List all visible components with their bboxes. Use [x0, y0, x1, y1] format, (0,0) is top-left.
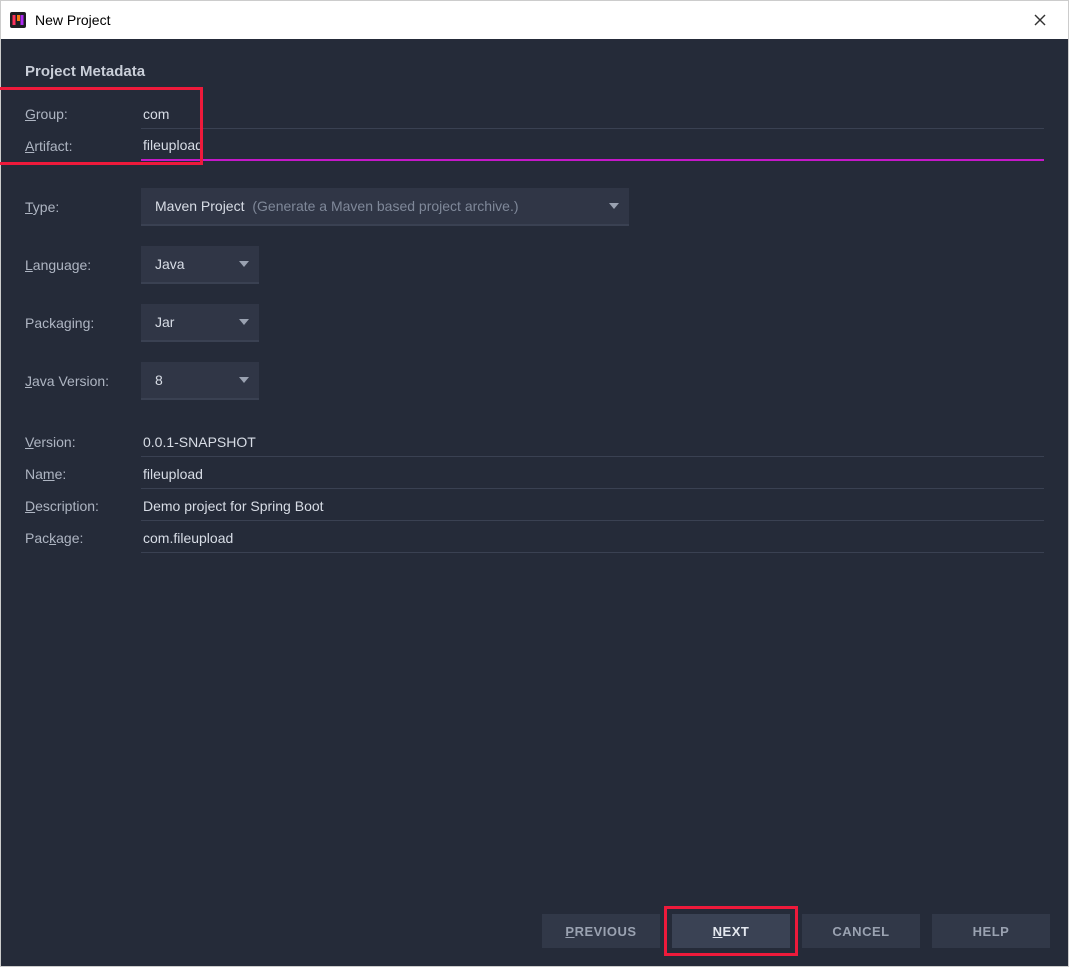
row-package: Package:: [25, 522, 1044, 554]
language-label: Language:: [25, 249, 141, 281]
dialog-content: Project Metadata Group: Artifact: Type: …: [1, 39, 1068, 906]
group-label: Group:: [25, 98, 141, 130]
java-version-select[interactable]: 8: [141, 362, 259, 400]
chevron-down-icon: [239, 261, 249, 267]
titlebar: New Project: [1, 1, 1068, 39]
language-value: Java: [155, 256, 185, 272]
name-input[interactable]: [141, 460, 1044, 489]
type-label: Type:: [25, 191, 141, 223]
chevron-down-icon: [609, 203, 619, 209]
help-button[interactable]: HELP: [932, 914, 1050, 948]
previous-button[interactable]: PREVIOUS: [542, 914, 660, 948]
package-label: Package:: [25, 522, 141, 554]
next-button[interactable]: NEXT: [672, 914, 790, 948]
row-description: Description:: [25, 490, 1044, 522]
group-input[interactable]: [141, 100, 1044, 129]
dialog-window: New Project Project Metadata Group: Arti…: [0, 0, 1069, 967]
package-input[interactable]: [141, 524, 1044, 553]
artifact-input[interactable]: [141, 131, 1044, 161]
description-input[interactable]: [141, 492, 1044, 521]
row-version: Version:: [25, 426, 1044, 458]
section-title: Project Metadata: [25, 63, 1044, 80]
close-icon: [1034, 14, 1046, 26]
packaging-value: Jar: [155, 314, 174, 330]
java-version-value: 8: [155, 372, 163, 388]
row-packaging: Packaging: Jar: [25, 304, 1044, 342]
button-bar: PREVIOUS NEXT CANCEL HELP: [1, 906, 1068, 966]
row-language: Language: Java: [25, 246, 1044, 284]
cancel-button[interactable]: CANCEL: [802, 914, 920, 948]
artifact-label: Artifact:: [25, 130, 141, 162]
row-java-version: Java Version: 8: [25, 362, 1044, 400]
type-value: Maven Project: [155, 198, 244, 214]
window-title: New Project: [35, 12, 110, 28]
chevron-down-icon: [239, 319, 249, 325]
close-button[interactable]: [1020, 5, 1060, 35]
row-artifact: Artifact:: [25, 130, 1044, 162]
app-icon: [9, 11, 27, 29]
type-hint: (Generate a Maven based project archive.…: [252, 198, 518, 214]
row-name: Name:: [25, 458, 1044, 490]
name-label: Name:: [25, 458, 141, 490]
row-group: Group:: [25, 98, 1044, 130]
description-label: Description:: [25, 490, 141, 522]
language-select[interactable]: Java: [141, 246, 259, 284]
java-version-label: Java Version:: [25, 365, 141, 397]
row-type: Type: Maven Project (Generate a Maven ba…: [25, 188, 1044, 226]
chevron-down-icon: [239, 377, 249, 383]
type-select[interactable]: Maven Project (Generate a Maven based pr…: [141, 188, 629, 226]
packaging-label: Packaging:: [25, 307, 141, 339]
packaging-select[interactable]: Jar: [141, 304, 259, 342]
version-input[interactable]: [141, 428, 1044, 457]
version-label: Version:: [25, 426, 141, 458]
